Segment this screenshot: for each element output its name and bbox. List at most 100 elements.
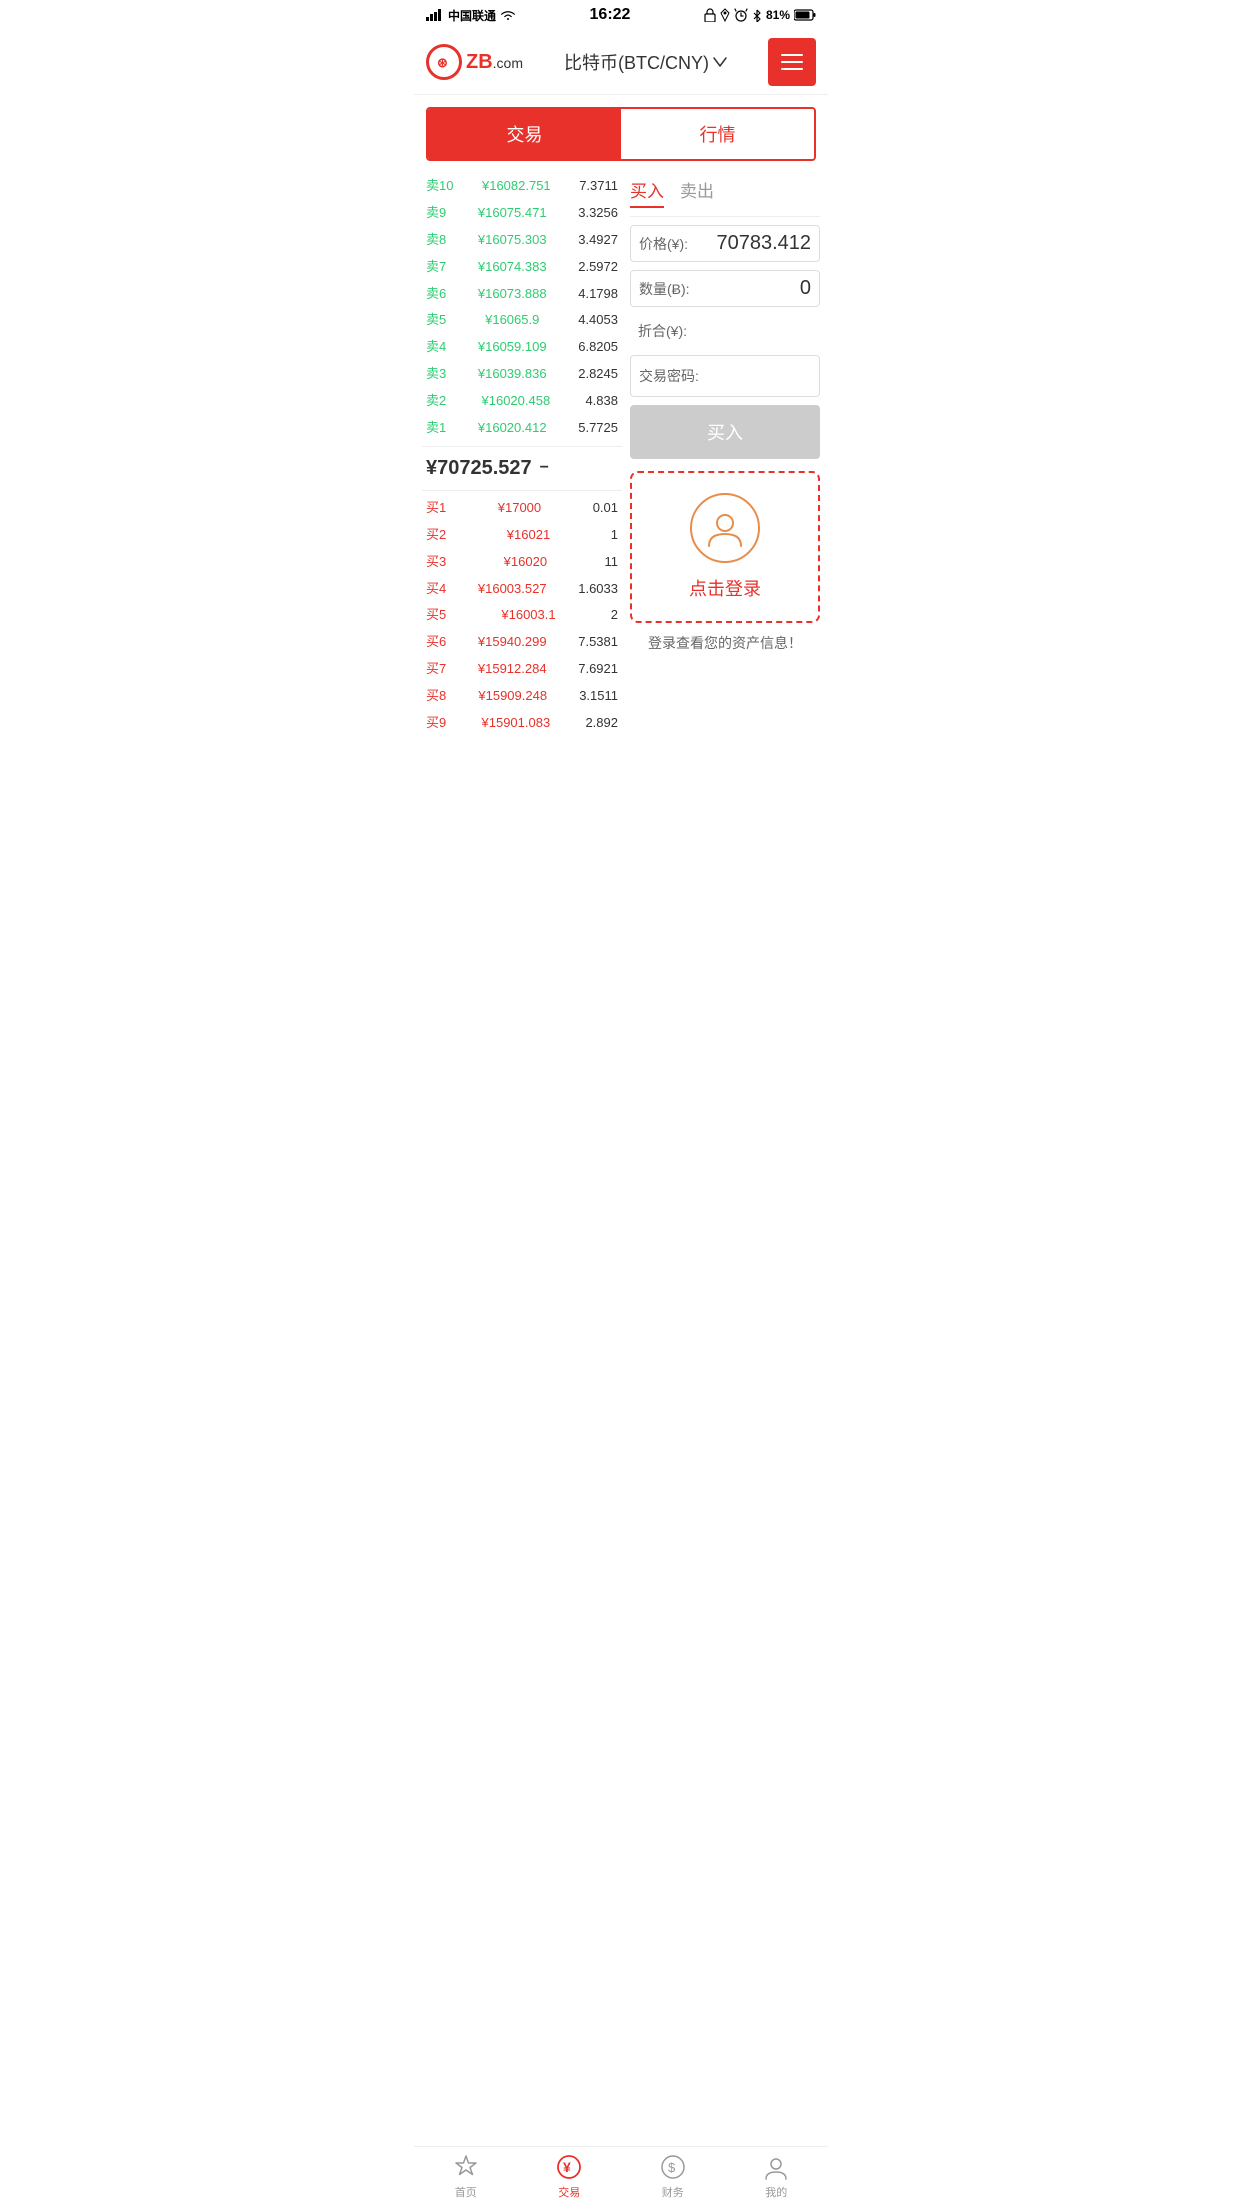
buy-order-row[interactable]: 买5 ¥16003.1 2 — [422, 602, 622, 629]
sell-order-row[interactable]: 卖2 ¥16020.458 4.838 — [422, 388, 622, 415]
buy-order-row[interactable]: 买9 ¥15901.083 2.892 — [422, 710, 622, 737]
buy-label: 买3 — [426, 554, 446, 571]
sell-qty: 5.7725 — [578, 420, 618, 437]
buy-order-row[interactable]: 买4 ¥16003.527 1.6033 — [422, 576, 622, 603]
sell-price: ¥16075.303 — [478, 232, 547, 249]
sell-qty: 3.3256 — [578, 205, 618, 222]
total-label: 折合(¥): — [638, 323, 687, 339]
sell-price: ¥16039.836 — [478, 366, 547, 383]
current-price-row: ¥70725.527 − — [422, 446, 622, 491]
qty-value: 0 — [800, 277, 811, 300]
sell-label: 卖10 — [426, 178, 453, 195]
tab-buy[interactable]: 买入 — [630, 177, 664, 208]
svg-text:⊛: ⊛ — [437, 55, 448, 70]
logo[interactable]: ⊛ ZB.com — [426, 44, 523, 80]
sell-label: 卖1 — [426, 420, 446, 437]
status-time: 16:22 — [590, 6, 631, 24]
sell-label: 卖7 — [426, 259, 446, 276]
buy-price: ¥15901.083 — [482, 715, 551, 732]
location-icon — [720, 8, 730, 22]
qty-label: 数量(Ƀ): — [639, 279, 690, 299]
user-avatar-circle — [690, 493, 760, 563]
wifi-icon — [500, 9, 516, 21]
buy-label: 买4 — [426, 581, 446, 598]
price-field[interactable]: 价格(¥): 70783.412 — [630, 225, 820, 262]
buy-order-row[interactable]: 买1 ¥17000 0.01 — [422, 495, 622, 522]
buy-price: ¥16003.1 — [501, 607, 555, 624]
nav-trade[interactable]: ¥ 交易 — [518, 2153, 622, 2200]
sell-order-row[interactable]: 卖6 ¥16073.888 4.1798 — [422, 281, 622, 308]
buy-label: 买6 — [426, 634, 446, 651]
login-prompt: 点击登录 — [630, 471, 820, 623]
sell-price: ¥16074.383 — [478, 259, 547, 276]
sell-order-row[interactable]: 卖9 ¥16075.471 3.3256 — [422, 200, 622, 227]
tab-market[interactable]: 行情 — [621, 109, 814, 159]
buy-button[interactable]: 买入 — [630, 405, 820, 459]
nav-finance[interactable]: $ 财务 — [621, 2153, 725, 2200]
sell-qty: 4.838 — [585, 393, 618, 410]
sell-order-row[interactable]: 卖7 ¥16074.383 2.5972 — [422, 254, 622, 281]
nav-home[interactable]: 首页 — [414, 2153, 518, 2200]
order-book: 卖10 ¥16082.751 7.3711 卖9 ¥16075.471 3.32… — [422, 173, 622, 737]
menu-line-3 — [781, 68, 803, 70]
sell-price: ¥16073.888 — [478, 286, 547, 303]
nav-finance-label: 财务 — [662, 2184, 684, 2200]
sell-order-row[interactable]: 卖4 ¥16059.109 6.8205 — [422, 334, 622, 361]
nav-home-label: 首页 — [455, 2184, 477, 2200]
current-price-value: ¥70725.527 — [426, 457, 532, 480]
logo-icon: ⊛ — [434, 52, 454, 72]
buy-qty: 2 — [611, 607, 618, 624]
asset-hint: 登录查看您的资产信息！ — [630, 623, 820, 663]
header-title[interactable]: 比特币(BTC/CNY) — [564, 49, 727, 75]
sell-order-row[interactable]: 卖3 ¥16039.836 2.8245 — [422, 361, 622, 388]
total-row: 折合(¥): — [630, 315, 820, 347]
buy-order-row[interactable]: 买2 ¥16021 1 — [422, 522, 622, 549]
buy-label: 买1 — [426, 500, 446, 517]
sell-qty: 2.5972 — [578, 259, 618, 276]
status-bar: 中国联通 16:22 — [414, 0, 828, 30]
alarm-icon — [734, 8, 748, 22]
buy-price: ¥16003.527 — [478, 581, 547, 598]
nav-trade-label: 交易 — [558, 2184, 580, 2200]
bag-icon: $ — [659, 2153, 687, 2181]
buy-price: ¥15940.299 — [478, 634, 547, 651]
sell-label: 卖6 — [426, 286, 446, 303]
buy-qty: 1.6033 — [578, 581, 618, 598]
sell-label: 卖3 — [426, 366, 446, 383]
buy-order-row[interactable]: 买8 ¥15909.248 3.1511 — [422, 683, 622, 710]
sell-order-row[interactable]: 卖5 ¥16065.9 4.4053 — [422, 307, 622, 334]
sell-label: 卖5 — [426, 312, 446, 329]
sell-price: ¥16020.458 — [482, 393, 551, 410]
bluetooth-icon — [752, 8, 762, 22]
sell-price: ¥16075.471 — [478, 205, 547, 222]
sell-qty: 4.1798 — [578, 286, 618, 303]
login-button[interactable]: 点击登录 — [689, 575, 761, 601]
sell-order-row[interactable]: 卖10 ¥16082.751 7.3711 — [422, 173, 622, 200]
buy-order-row[interactable]: 买7 ¥15912.284 7.6921 — [422, 656, 622, 683]
menu-button[interactable] — [768, 38, 816, 86]
buy-qty: 3.1511 — [579, 688, 618, 705]
buy-price: ¥17000 — [498, 500, 541, 517]
chevron-down-icon — [713, 57, 727, 67]
sell-label: 卖9 — [426, 205, 446, 222]
bottom-nav: 首页 ¥ 交易 $ 财务 我的 — [414, 2146, 828, 2208]
buy-order-row[interactable]: 买3 ¥16020 11 — [422, 549, 622, 576]
sell-order-row[interactable]: 卖8 ¥16075.303 3.4927 — [422, 227, 622, 254]
tab-trade[interactable]: 交易 — [428, 109, 621, 159]
yuan-icon: ¥ — [555, 2153, 583, 2181]
main-content: 卖10 ¥16082.751 7.3711 卖9 ¥16075.471 3.32… — [414, 173, 828, 737]
buy-qty: 0.01 — [593, 500, 618, 517]
qty-field[interactable]: 数量(Ƀ): 0 — [630, 270, 820, 307]
buy-order-row[interactable]: 买6 ¥15940.299 7.5381 — [422, 629, 622, 656]
password-field[interactable]: 交易密码: — [630, 355, 820, 397]
nav-profile[interactable]: 我的 — [725, 2153, 829, 2200]
sell-price: ¥16065.9 — [485, 312, 539, 329]
sell-order-row[interactable]: 卖1 ¥16020.412 5.7725 — [422, 415, 622, 442]
tab-sell[interactable]: 卖出 — [680, 177, 714, 208]
buy-label: 买5 — [426, 607, 446, 624]
sell-qty: 6.8205 — [578, 339, 618, 356]
header: ⊛ ZB.com 比特币(BTC/CNY) — [414, 30, 828, 95]
buy-label: 买8 — [426, 688, 446, 705]
sell-price: ¥16082.751 — [482, 178, 551, 195]
sell-qty: 4.4053 — [578, 312, 618, 329]
